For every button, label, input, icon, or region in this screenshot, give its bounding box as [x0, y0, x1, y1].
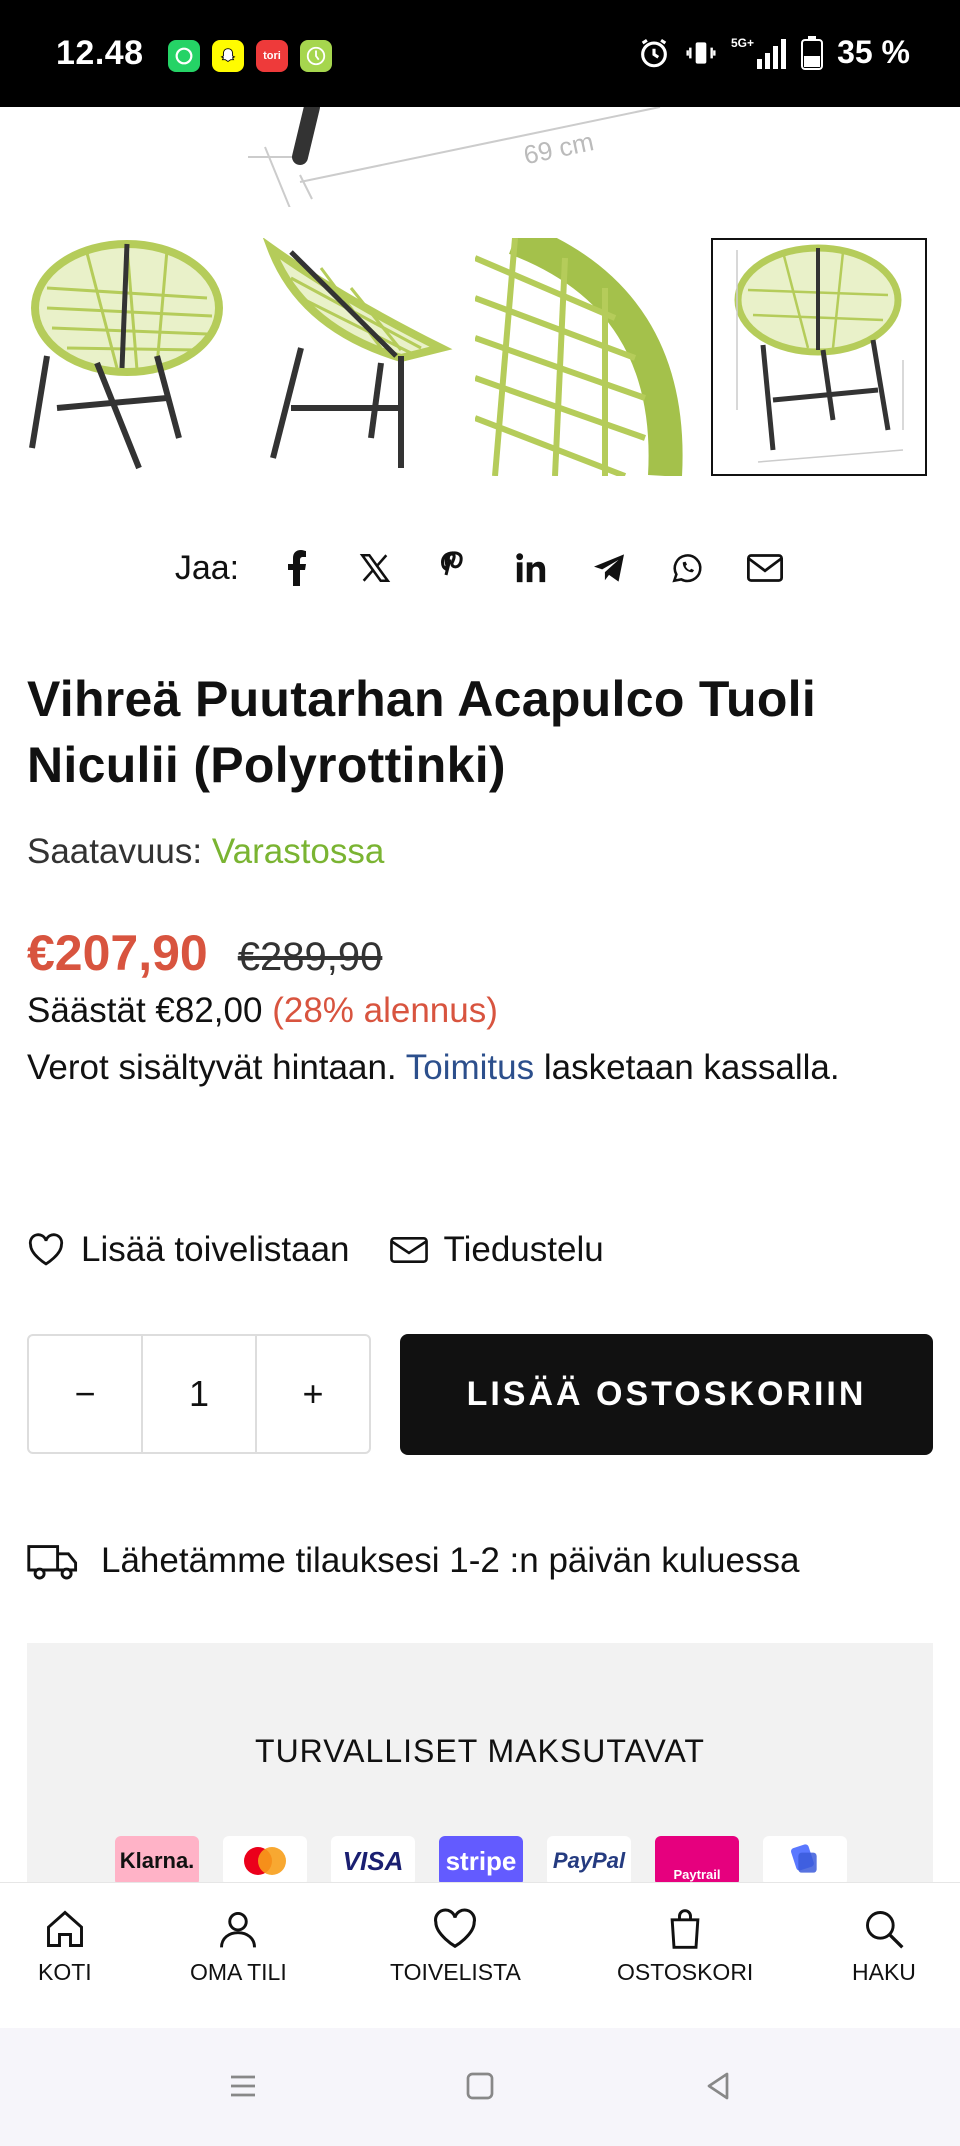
tori-label: tori: [263, 50, 281, 62]
thumbnail-1[interactable]: [27, 238, 243, 476]
envelope-icon: [389, 1236, 428, 1264]
pinterest-icon[interactable]: [433, 548, 473, 588]
klarna-logo: Klarna.: [115, 1836, 199, 1886]
home-button-icon[interactable]: [462, 2068, 498, 2104]
nav-wishlist[interactable]: TOIVELISTA: [390, 1907, 521, 1986]
sale-price: €207,90: [27, 925, 208, 981]
user-icon: [220, 1911, 257, 1948]
payment-logos: Klarna. VISA stripe PayPal Paytrail: [115, 1836, 847, 1886]
whatsapp-share-icon[interactable]: [667, 548, 707, 588]
tori-icon: tori: [256, 40, 288, 72]
original-price: €289,90: [237, 935, 383, 979]
heart-icon: [28, 1233, 64, 1266]
quantity-stepper: − 1 +: [27, 1334, 371, 1454]
paytrail-logo: Paytrail: [655, 1836, 739, 1886]
product-actions: Lisää toivelistaan Tiedustelu: [27, 1230, 604, 1270]
nav-wishlist-label: TOIVELISTA: [390, 1959, 521, 1985]
savings-text: Säästät €82,00 (28% alennus): [27, 991, 498, 1031]
price-row: €207,90 €289,90: [27, 924, 382, 982]
battery-percent: 35 %: [837, 34, 910, 70]
share-bar: Jaa:: [0, 548, 960, 588]
status-bar: 12.48 tori 5G+ 35 %: [0, 0, 960, 107]
payment-methods: TURVALLISET MAKSUTAVAT Klarna. VISA stri…: [27, 1643, 933, 1886]
truck-icon: [27, 1545, 78, 1580]
tax-text-after: lasketaan kassalla.: [543, 1048, 840, 1087]
vibrate-icon: [685, 36, 717, 70]
decrease-quantity-button[interactable]: −: [29, 1336, 143, 1452]
battery-icon: [801, 35, 824, 70]
email-icon[interactable]: [745, 548, 785, 588]
quantity-input[interactable]: 1: [143, 1336, 257, 1452]
nav-home[interactable]: KOTI: [38, 1907, 92, 1986]
alarm-icon: [637, 36, 671, 70]
shipping-link[interactable]: Toimitus: [406, 1048, 534, 1087]
nav-cart-label: OSTOSKORI: [617, 1959, 754, 1985]
snapchat-icon: [212, 40, 244, 72]
add-to-cart-button[interactable]: LISÄÄ OSTOSKORIIN: [400, 1334, 933, 1455]
back-icon[interactable]: [700, 2068, 736, 2104]
linkedin-icon[interactable]: [511, 548, 551, 588]
system-navigation-bar: [0, 2028, 960, 2146]
add-to-wishlist-button[interactable]: Lisää toivelistaan: [27, 1230, 350, 1270]
shopping-bag-icon: [670, 1909, 700, 1949]
shipping-text: Lähetämme tilauksesi 1-2 :n päivän kulue…: [101, 1541, 800, 1580]
savings-amount: Säästät €82,00: [27, 991, 263, 1030]
status-time: 12.48: [56, 34, 144, 72]
availability: Saatavuus: Varastossa: [27, 832, 384, 872]
shipping-info: Lähetämme tilauksesi 1-2 :n päivän kulue…: [27, 1540, 799, 1582]
inquiry-button[interactable]: Tiedustelu: [389, 1230, 604, 1270]
network-label: 5G+: [731, 36, 754, 50]
telegram-icon[interactable]: [589, 548, 629, 588]
increase-quantity-button[interactable]: +: [257, 1336, 369, 1452]
home-icon: [46, 1910, 83, 1947]
thumbnail-2[interactable]: [261, 237, 477, 476]
main-product-image[interactable]: 69 cm: [0, 107, 960, 207]
status-app-icons: tori: [168, 40, 332, 72]
thumbnail-4[interactable]: [711, 238, 927, 476]
wishlist-label: Lisää toivelistaan: [81, 1230, 350, 1269]
availability-label: Saatavuus:: [27, 832, 203, 871]
nav-home-label: KOTI: [38, 1959, 92, 1985]
nav-account-label: OMA TILI: [190, 1959, 287, 1985]
availability-status: Varastossa: [211, 832, 385, 871]
signal-icon: 5G+: [731, 35, 787, 71]
fitness-icon: [300, 40, 332, 72]
search-icon: [865, 1911, 904, 1949]
thumbnail-3[interactable]: [473, 222, 691, 479]
visa-logo: VISA: [331, 1836, 415, 1886]
nav-account[interactable]: OMA TILI: [190, 1907, 287, 1986]
mastercard-logo: [223, 1836, 307, 1886]
thumbnail-gallery: [27, 222, 927, 479]
stripe-logo: stripe: [439, 1836, 523, 1886]
heart-nav-icon: [434, 1908, 477, 1949]
nav-cart[interactable]: OSTOSKORI: [617, 1907, 753, 1986]
nav-search-label: HAKU: [852, 1959, 916, 1985]
x-icon[interactable]: [355, 548, 395, 588]
nav-search[interactable]: HAKU: [852, 1907, 916, 1986]
product-title: Vihreä Puutarhan Acapulco Tuoli Niculii …: [27, 671, 817, 793]
status-indicators: 5G+ 35 %: [637, 34, 910, 71]
mobilepay-logo: [763, 1836, 847, 1886]
bottom-navigation: KOTI OMA TILI TOIVELISTA OSTOSKORI HAKU: [0, 1882, 960, 2028]
share-label: Jaa:: [174, 548, 240, 587]
whatsapp-icon: [168, 40, 200, 72]
recent-apps-icon[interactable]: [225, 2068, 261, 2104]
paypal-logo: PayPal: [547, 1836, 631, 1886]
discount-percent: (28% alennus): [272, 991, 498, 1030]
tax-text: Verot sisältyvät hintaan.: [27, 1048, 397, 1087]
tax-note: Verot sisältyvät hintaan. Toimitus laske…: [27, 1042, 907, 1094]
facebook-icon[interactable]: [277, 548, 317, 588]
payment-methods-title: TURVALLISET MAKSUTAVAT: [255, 1733, 705, 1769]
inquiry-label: Tiedustelu: [443, 1230, 604, 1269]
